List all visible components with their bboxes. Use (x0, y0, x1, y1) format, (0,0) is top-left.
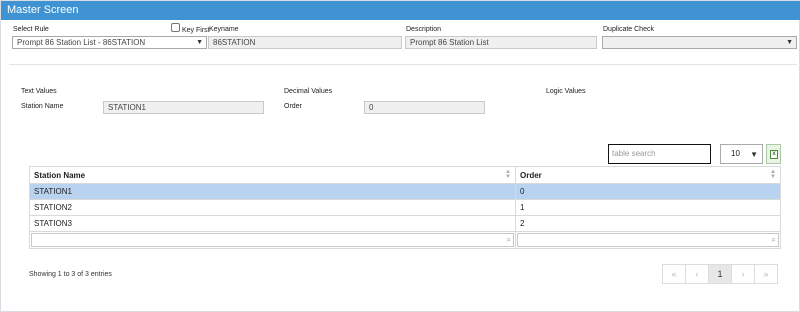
key-first-label: Key First (182, 27, 210, 34)
divider (9, 64, 797, 65)
column-header-station-name[interactable]: Station Name ▲ ▼ (29, 166, 516, 184)
keyname-field[interactable]: 86STATION (208, 36, 402, 49)
duplicate-check-dropdown[interactable]: ▼ (602, 36, 797, 49)
filter-cell: ⌕ (29, 231, 516, 249)
page-1-button[interactable]: 1 (708, 264, 732, 284)
magnifier-icon: ⌕ (771, 235, 776, 244)
pagination: « ‹ 1 › » (662, 264, 778, 284)
magnifier-icon: ⌕ (506, 235, 511, 244)
column-header-label: Order (520, 170, 542, 180)
station-name-filter-input[interactable]: ⌕ (31, 233, 514, 247)
chevron-down-icon: ▼ (786, 39, 793, 46)
logic-values-label: Logic Values (546, 88, 586, 95)
description-field[interactable]: Prompt 86 Station List (405, 36, 597, 49)
page-size-value: 10 (731, 149, 740, 158)
select-rule-label: Select Rule (13, 26, 49, 33)
keyname-label: Keyname (209, 26, 239, 33)
cell-order: 0 (515, 183, 781, 200)
text-values-label: Text Values (21, 88, 57, 95)
cell-station-name: STATION1 (29, 183, 516, 200)
key-first-checkbox[interactable] (171, 23, 180, 32)
last-page-button[interactable]: » (754, 264, 778, 284)
select-rule-dropdown[interactable]: Prompt 86 Station List - 86STATION ▼ (12, 36, 207, 49)
chevron-down-icon: ▼ (196, 39, 203, 46)
decimal-values-label: Decimal Values (284, 88, 333, 95)
page-size-select[interactable]: 10 ▼ (720, 144, 763, 164)
cell-station-name: STATION2 (29, 199, 516, 216)
sort-icon: ▲ ▼ (770, 169, 776, 180)
order-filter-input[interactable]: ⌕ (517, 233, 779, 247)
table-row[interactable]: STATION3 2 (29, 215, 781, 232)
table-header-row: Station Name ▲ ▼ Order ▲ ▼ (29, 166, 781, 184)
next-page-button[interactable]: › (731, 264, 755, 284)
description-label: Description (406, 26, 442, 33)
table-row[interactable]: STATION2 1 (29, 199, 781, 216)
table-row[interactable]: STATION1 0 (29, 183, 781, 200)
sort-icon: ▲ ▼ (505, 169, 511, 180)
station-name-field[interactable]: STATION1 (103, 101, 264, 114)
cell-station-name: STATION3 (29, 215, 516, 232)
filter-row: ⌕ ⌕ (29, 231, 781, 249)
order-field[interactable]: 0 (364, 101, 485, 114)
station-name-label: Station Name (21, 103, 64, 110)
cell-order: 1 (515, 199, 781, 216)
column-header-label: Station Name (34, 170, 86, 180)
excel-export-icon: x (770, 150, 778, 159)
order-label: Order (284, 103, 302, 110)
table-info: Showing 1 to 3 of 3 entries (29, 271, 112, 278)
prev-page-button[interactable]: ‹ (685, 264, 709, 284)
chevron-down-icon: ▼ (750, 150, 758, 159)
first-page-button[interactable]: « (662, 264, 686, 284)
select-rule-value: Prompt 86 Station List - 86STATION (17, 38, 146, 47)
table-search-input[interactable]: table search (608, 144, 711, 164)
column-header-order[interactable]: Order ▲ ▼ (515, 166, 781, 184)
duplicate-check-label: Duplicate Check (603, 26, 654, 33)
master-screen-window: Master Screen Select Rule Prompt 86 Stat… (0, 0, 800, 312)
filter-cell: ⌕ (515, 231, 781, 249)
window-title: Master Screen (1, 1, 800, 20)
cell-order: 2 (515, 215, 781, 232)
excel-export-button[interactable]: x (766, 144, 781, 164)
stations-table: Station Name ▲ ▼ Order ▲ ▼ STATION1 0 STAT… (29, 166, 781, 249)
